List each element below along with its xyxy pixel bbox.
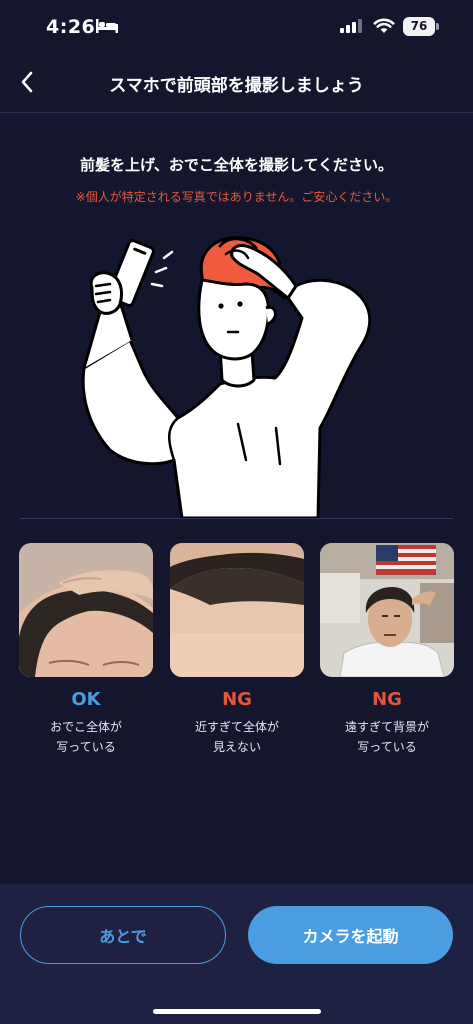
bottom-action-bar: あとで カメラを起動 xyxy=(0,884,473,1024)
example-photo-ok xyxy=(19,543,153,677)
status-bar: 4:26 76 xyxy=(0,0,473,52)
bed-icon xyxy=(96,19,118,33)
verdict-ok: OK xyxy=(71,689,101,710)
chevron-left-icon xyxy=(21,71,33,93)
wifi-icon xyxy=(373,18,395,33)
home-indicator[interactable] xyxy=(153,1009,321,1014)
caption-line: 近すぎて全体が xyxy=(194,720,279,734)
section-divider xyxy=(20,518,453,519)
verdict-ng: NG xyxy=(372,689,402,710)
status-time: 4:26 xyxy=(46,16,96,38)
later-button[interactable]: あとで xyxy=(20,906,226,964)
signal-icon xyxy=(340,19,362,33)
battery-tip xyxy=(436,23,439,30)
caption-line: 見えない xyxy=(212,740,261,754)
example-ng-too-far: NG 遠すぎて背景が 写っている xyxy=(320,543,454,757)
example-photo-too-far xyxy=(320,543,454,677)
example-ok: OK おでこ全体が 写っている xyxy=(19,543,153,757)
verdict-ng: NG xyxy=(222,689,252,710)
example-photo-too-close xyxy=(170,543,304,677)
caption-line: 遠すぎて背景が xyxy=(344,720,429,734)
example-caption: おでこ全体が 写っている xyxy=(19,717,153,757)
battery-indicator: 76 xyxy=(403,17,435,36)
caption-line: 写っている xyxy=(56,740,116,754)
example-ng-too-close: NG 近すぎて全体が 見えない xyxy=(170,543,304,757)
page-title: スマホで前頭部を撮影しましょう xyxy=(109,76,364,96)
privacy-notice: ※個人が特定される写真ではありません。ご安心ください。 xyxy=(75,190,398,204)
nav-bar: スマホで前頭部を撮影しましょう xyxy=(0,52,473,113)
selfie-illustration xyxy=(81,236,372,518)
caption-line: おでこ全体が xyxy=(49,720,122,734)
example-caption: 近すぎて全体が 見えない xyxy=(170,717,304,757)
caption-line: 写っている xyxy=(357,740,417,754)
example-caption: 遠すぎて背景が 写っている xyxy=(320,717,454,757)
back-button[interactable] xyxy=(12,66,42,98)
instruction-text: 前髪を上げ、おでこ全体を撮影してください。 xyxy=(79,156,394,174)
launch-camera-button[interactable]: カメラを起動 xyxy=(248,906,453,964)
